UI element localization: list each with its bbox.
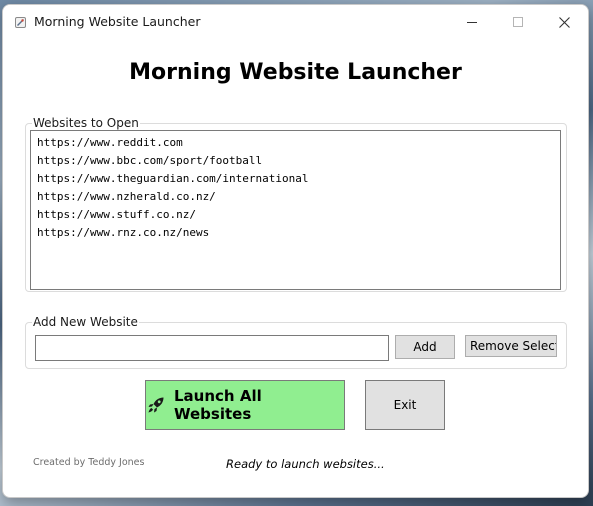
minimize-icon <box>467 22 477 23</box>
websites-group: Websites to Open https://www.reddit.com … <box>25 116 567 292</box>
status-text: Ready to launch websites... <box>226 457 385 471</box>
window-title: Morning Website Launcher <box>34 14 201 29</box>
credit-label: Created by Teddy Jones <box>33 457 145 468</box>
list-item[interactable]: https://www.bbc.com/sport/football <box>37 154 262 167</box>
add-button[interactable]: Add <box>395 335 455 359</box>
rocket-icon <box>146 395 166 415</box>
list-item[interactable]: https://www.nzherald.co.nz/ <box>37 190 216 203</box>
list-item[interactable]: https://www.theguardian.com/internationa… <box>37 172 309 185</box>
websites-group-label: Websites to Open <box>32 116 140 130</box>
page-title: Morning Website Launcher <box>129 60 462 85</box>
app-icon <box>15 17 26 28</box>
list-item[interactable]: https://www.rnz.co.nz/news <box>37 226 209 239</box>
launch-all-button[interactable]: Launch All Websites <box>145 380 345 430</box>
add-website-group-label: Add New Website <box>32 315 139 329</box>
websites-listbox[interactable]: https://www.reddit.com https://www.bbc.c… <box>30 130 561 290</box>
maximize-button[interactable] <box>495 5 541 39</box>
minimize-button[interactable] <box>449 5 495 39</box>
remove-selected-button[interactable]: Remove Selected <box>465 335 557 357</box>
title-bar[interactable]: Morning Website Launcher <box>3 5 588 39</box>
close-button[interactable] <box>541 5 587 39</box>
website-url-input[interactable] <box>35 335 389 361</box>
exit-button[interactable]: Exit <box>365 380 445 430</box>
close-icon <box>558 16 570 28</box>
add-website-group: Add New Website Add Remove Selected <box>25 315 567 369</box>
launch-all-label: Launch All Websites <box>174 387 262 423</box>
app-window: Morning Website Launcher Morning Website… <box>2 4 589 498</box>
list-item[interactable]: https://www.stuff.co.nz/ <box>37 208 196 221</box>
list-item[interactable]: https://www.reddit.com <box>37 136 183 149</box>
maximize-icon <box>513 17 523 27</box>
